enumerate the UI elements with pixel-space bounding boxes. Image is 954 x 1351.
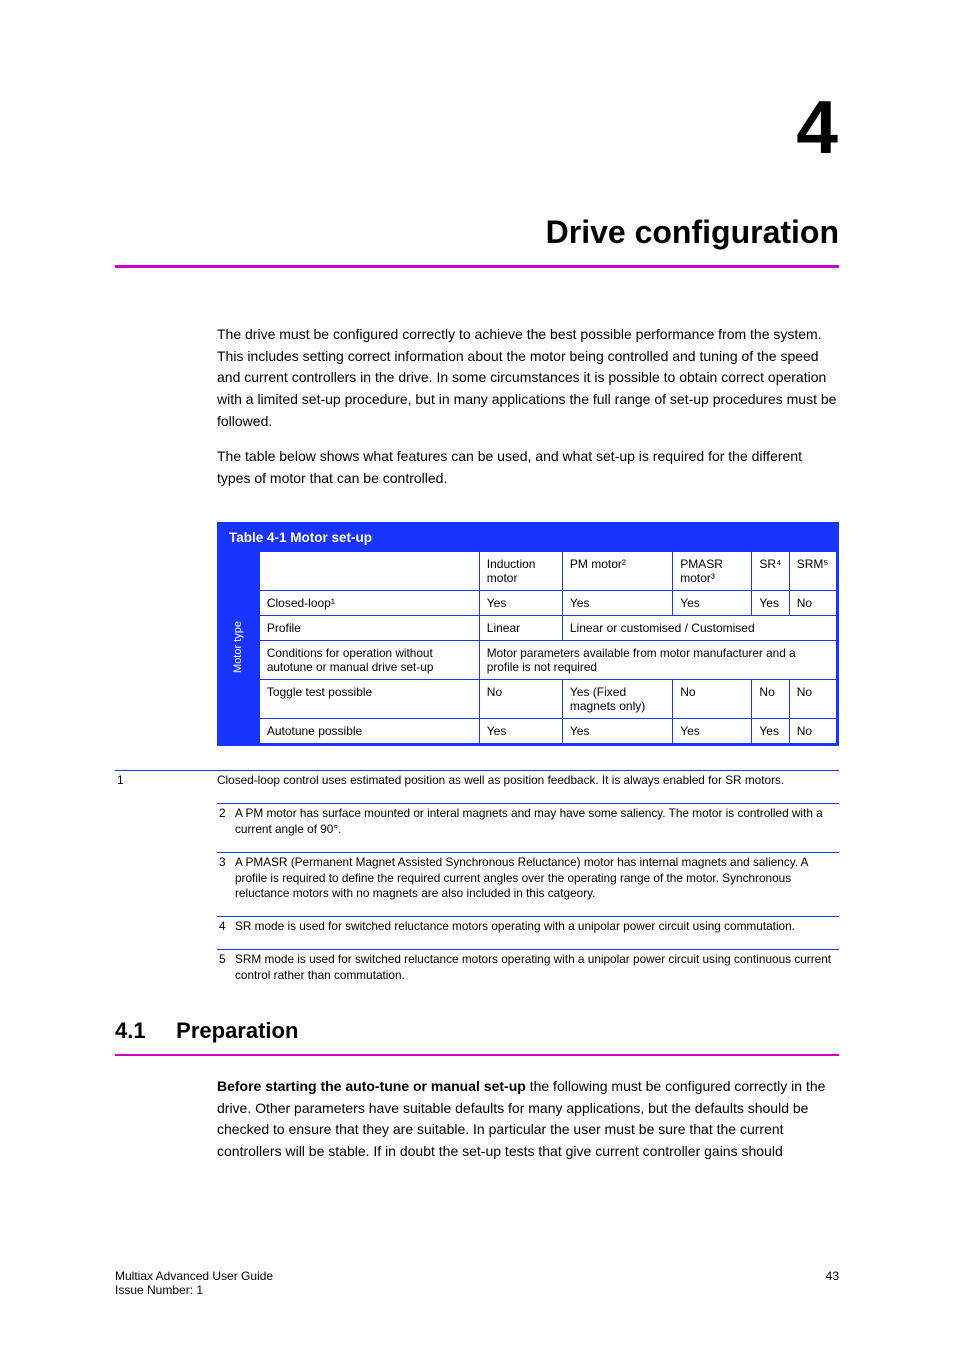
footnotes: 1 Closed-loop control uses estimated pos…: [115, 770, 839, 984]
table-col-pmasr: PMASR motor³: [673, 551, 752, 590]
section-heading: 4.1 Preparation: [115, 1018, 839, 1044]
footer-title: Multiax Advanced User Guide: [115, 1269, 273, 1283]
divider-magenta: [115, 265, 839, 268]
table-col-induction: Induction motor: [479, 551, 562, 590]
table-header-row: Induction motor PM motor² PMASR motor³ S…: [259, 551, 836, 590]
table-row-closedloop: Closed-loop¹ Yes Yes Yes Yes No: [259, 590, 836, 615]
chapter-title: Drive configuration: [115, 214, 839, 251]
intro-paragraph-2: The table below shows what features can …: [217, 446, 839, 489]
section-lead: Before starting the auto-tune or manual …: [217, 1078, 526, 1094]
footer-issue: Issue Number: 1: [115, 1283, 273, 1297]
footnote-4: 4 SR mode is used for switched reluctanc…: [217, 916, 839, 935]
page-footer: Multiax Advanced User Guide Issue Number…: [115, 1269, 839, 1297]
motor-setup-table: Table 4-1 Motor set-up Motor type Induct…: [217, 522, 839, 746]
footer-page-number: 43: [826, 1269, 839, 1297]
footnote-1: 1 Closed-loop control uses estimated pos…: [115, 770, 839, 789]
table-side-label: Motor type: [219, 551, 259, 744]
section-body: Before starting the auto-tune or manual …: [217, 1076, 839, 1163]
footnote-5: 5 SRM mode is used for switched reluctan…: [217, 949, 839, 984]
divider-magenta-thin: [115, 1054, 839, 1056]
footnote-2: 2 A PM motor has surface mounted or inte…: [217, 803, 839, 838]
footnote-3: 3 A PMASR (Permanent Magnet Assisted Syn…: [217, 852, 839, 903]
table-col-sr: SR⁴: [752, 551, 789, 590]
table-col-pm: PM motor²: [562, 551, 672, 590]
table-col-srm: SRM⁵: [789, 551, 836, 590]
table-row-conditions: Conditions for operation without autotun…: [259, 640, 836, 679]
table-col-blank: [259, 551, 479, 590]
intro-text: The drive must be configured correctly t…: [217, 324, 839, 490]
table-title: Table 4-1 Motor set-up: [219, 524, 837, 551]
chapter-number: 4: [115, 84, 839, 170]
table-row-autotune: Autotune possible Yes Yes Yes Yes No: [259, 718, 836, 743]
intro-paragraph-1: The drive must be configured correctly t…: [217, 324, 839, 432]
table-row-toggle: Toggle test possible No Yes (Fixed magne…: [259, 679, 836, 718]
table-row-profile: Profile Linear Linear or customised / Cu…: [259, 615, 836, 640]
